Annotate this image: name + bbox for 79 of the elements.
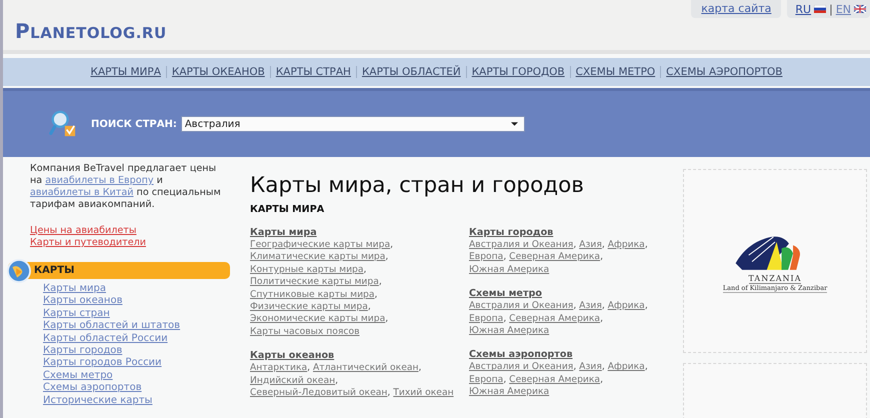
link-list: Австралия и Океания, Азия, Африка, Европа, Северная Америка, Южная Америка xyxy=(469,361,674,399)
section-title: КАРТЫ xyxy=(34,265,74,276)
sidebar-link[interactable]: Карты мира xyxy=(43,283,106,296)
caret-icon xyxy=(510,122,518,126)
map-link[interactable]: Политические карты мира xyxy=(250,276,379,288)
map-link[interactable]: Азия xyxy=(579,361,602,372)
globe-icon xyxy=(7,258,31,282)
map-link[interactable]: Австралия и Океания xyxy=(469,300,574,312)
nav-link[interactable]: СХЕМЫ МЕТРО xyxy=(570,66,660,78)
map-link[interactable]: Спутниковые карты мира xyxy=(250,288,375,300)
sidebar-link[interactable]: Исторические карты xyxy=(43,394,152,408)
link-list: Австралия и Океания, Азия, Африка, Европа, Северная Америка, Южная Америка xyxy=(469,239,674,276)
sidebar-link[interactable]: Карты стран xyxy=(43,308,110,320)
group-heading-link[interactable]: Карты океанов xyxy=(250,350,334,362)
sidebar-link[interactable]: Карты городов России xyxy=(43,357,162,370)
map-link[interactable]: Северный-Ледовитый океан xyxy=(250,387,388,398)
nav-link[interactable]: КАРТЫ ОБЛАСТЕЙ xyxy=(356,66,466,78)
map-link[interactable]: Тихий океан xyxy=(393,387,454,398)
section-subtitle: КАРТЫ МИРА xyxy=(250,204,326,215)
map-link[interactable]: Северная Америка xyxy=(509,312,600,324)
sidebar-link[interactable]: Карты областей России xyxy=(43,332,168,346)
search-label: ПОИСК СТРАН: xyxy=(91,118,177,130)
language-link[interactable]: EN xyxy=(836,2,851,16)
sidebar-link[interactable]: Карты океанов xyxy=(43,295,122,308)
group-heading-link[interactable]: Схемы метро xyxy=(469,288,542,300)
language-separator: | xyxy=(829,2,833,16)
map-link[interactable]: Азия xyxy=(579,239,602,250)
map-link[interactable]: Атлантический океан xyxy=(313,362,418,374)
nav-link[interactable]: КАРТЫ ОКЕАНОВ xyxy=(166,66,270,78)
map-link[interactable]: Южная Америка xyxy=(469,386,550,398)
nav-link[interactable]: КАРТЫ ГОРОДОВ xyxy=(466,66,570,78)
map-link[interactable]: Контурные карты мира xyxy=(250,264,364,275)
map-link[interactable]: Австралия и Океания xyxy=(469,361,574,372)
sitemap-link[interactable]: карта сайта xyxy=(691,0,782,18)
british-flag-icon xyxy=(854,5,866,13)
map-link[interactable]: Африка xyxy=(608,239,645,250)
link-list: Австралия и Океания, Азия, Африка, Европа, Северная Америка, Южная Америка xyxy=(469,300,674,338)
group-heading-link[interactable]: Карты мира xyxy=(250,227,317,239)
promo-link[interactable]: Цены на авиабилеты xyxy=(30,225,136,237)
map-link[interactable]: Физические карты мира xyxy=(250,301,368,312)
map-link[interactable]: Северная Америка xyxy=(509,251,600,262)
link-list: Географические карты мира, Климатические карты мира, Контурные карты мира, Политические карты мира, Спутниковые карты мира, Физические карты мира, Экономические карты мира, Карты часовых поясов xyxy=(250,239,455,338)
map-link[interactable]: Экономические карты мира xyxy=(250,313,386,324)
sidebar-link[interactable]: Схемы аэропортов xyxy=(43,382,142,395)
map-link[interactable]: Южная Америка xyxy=(469,264,550,275)
map-link[interactable]: Азия xyxy=(579,300,602,312)
map-link[interactable]: Австралия и Океания xyxy=(469,239,574,250)
promo-link[interactable]: Карты и путеводители xyxy=(30,237,146,249)
map-link[interactable]: Европа xyxy=(469,374,504,385)
map-link[interactable]: Европа xyxy=(469,251,504,262)
map-link[interactable]: Африка xyxy=(608,361,645,372)
map-link[interactable]: Индийский океан xyxy=(250,374,336,386)
nav-link[interactable]: КАРТЫ СТРАН xyxy=(270,66,356,78)
russian-flag-icon xyxy=(814,5,826,13)
group-heading-link[interactable]: Карты городов xyxy=(469,227,554,239)
country-select[interactable]: Австралия xyxy=(180,116,525,132)
link-list: Антарктика, Атлантический океан, Индийский океан, Северный-Ледовитый океан, Тихий океан xyxy=(250,362,455,400)
map-link[interactable]: Климатические карты мира xyxy=(250,251,386,262)
sidebar-link[interactable]: Карты областей и штатов xyxy=(43,320,180,333)
map-link[interactable]: Антарктика xyxy=(250,362,308,374)
ad-title: TANZANIA xyxy=(748,274,802,284)
map-link[interactable]: Африка xyxy=(608,300,645,312)
language-link[interactable]: RU xyxy=(795,2,812,16)
magnifier-check-icon xyxy=(49,109,77,139)
promo-link[interactable]: авиабилеты в Китай xyxy=(30,187,134,198)
map-link[interactable]: Южная Америка xyxy=(469,325,550,336)
promo-link[interactable]: авиабилеты в Европу xyxy=(45,175,154,186)
sidebar-link[interactable]: Карты городов xyxy=(43,345,122,358)
map-link[interactable]: Географические карты мира xyxy=(250,239,390,250)
group-heading-link[interactable]: Схемы аэропортов xyxy=(469,349,573,362)
nav-link[interactable]: СХЕМЫ АЭРОПОРТОВ xyxy=(660,66,788,78)
sidebar-link[interactable]: Схемы метро xyxy=(43,370,113,382)
promo-text: Компания BeTravel предлагает цены на авиабилеты в Европу и авиабилеты в Китай по специальным тарифам авиакомпаний. xyxy=(30,163,222,211)
map-link[interactable]: Северная Америка xyxy=(509,374,600,385)
site-logo[interactable]: PLANETOLOG.RU xyxy=(15,19,167,43)
nav-link[interactable]: КАРТЫ МИРА xyxy=(86,66,166,78)
map-link[interactable]: Карты часовых поясов xyxy=(250,326,360,337)
page-title: Карты мира, стран и городов xyxy=(250,173,585,198)
map-link[interactable]: Европа xyxy=(469,312,504,324)
